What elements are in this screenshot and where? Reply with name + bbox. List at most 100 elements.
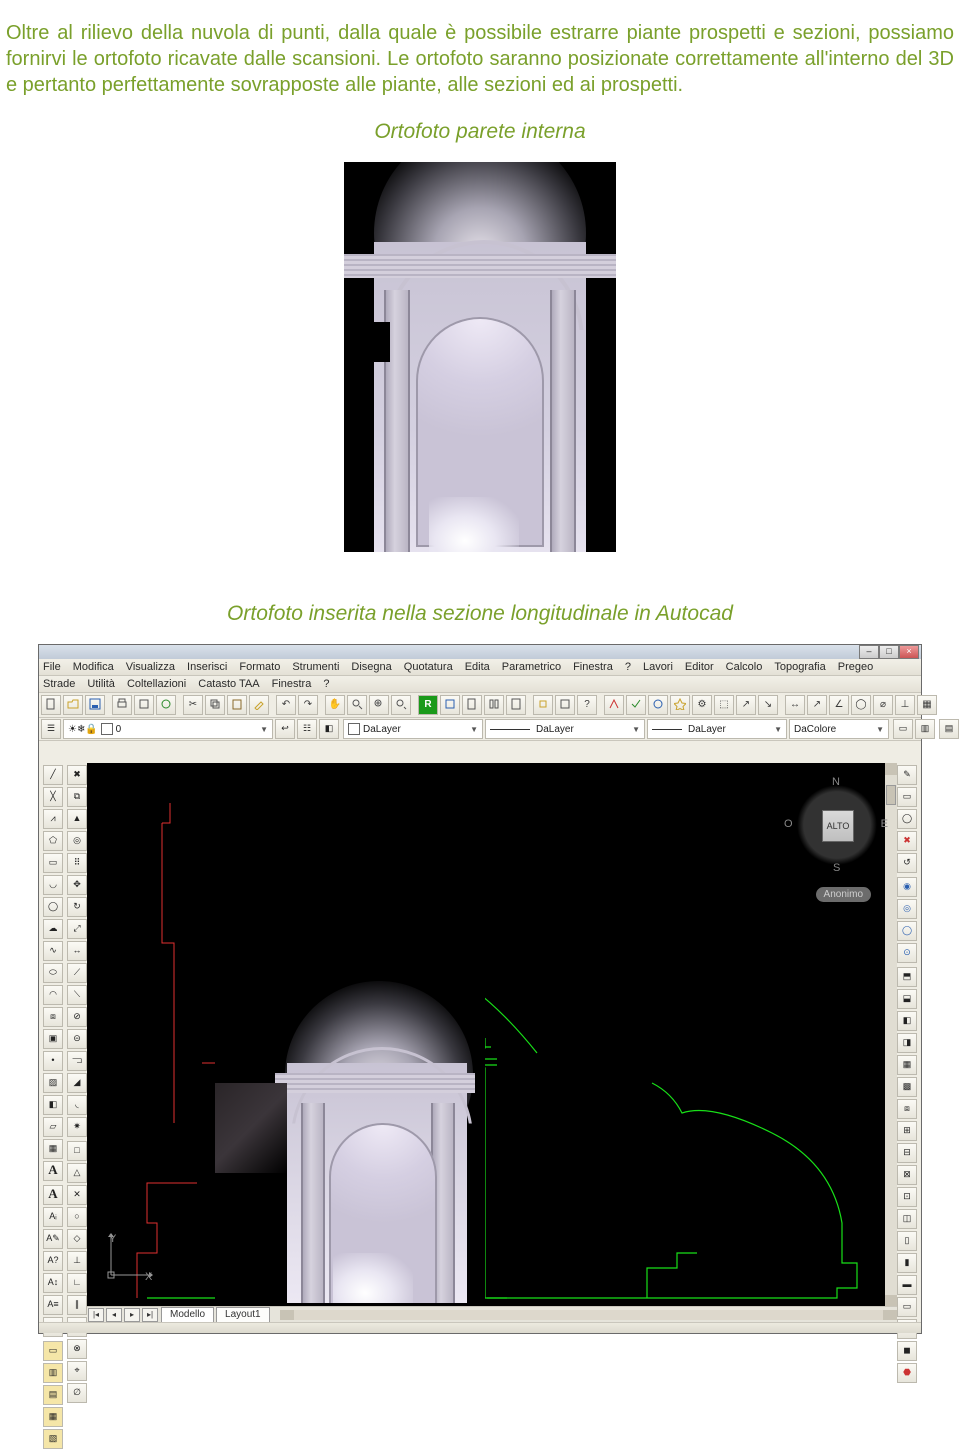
hatch-icon[interactable]: ▨ [43, 1073, 63, 1093]
r-tool-17-icon[interactable]: ⊞ [897, 1121, 917, 1141]
tool-red-icon[interactable] [604, 695, 624, 715]
ellipse-icon[interactable]: ⬭ [43, 963, 63, 983]
pan-icon[interactable]: ✋ [325, 695, 345, 715]
plotstyle-combo[interactable]: DaColore ▼ [789, 719, 889, 739]
menu-utilita[interactable]: Utilità [87, 678, 115, 690]
layout-grid-icon[interactable]: ▦ [917, 695, 937, 715]
r-tool-16-icon[interactable]: ⧈ [897, 1099, 917, 1119]
tab-next-icon[interactable]: ▸ [124, 1308, 140, 1322]
zoom-realtime-icon[interactable] [347, 695, 367, 715]
zoom-window-icon[interactable] [369, 695, 389, 715]
r-tool-5-icon[interactable]: ↺ [897, 853, 917, 873]
make-block-icon[interactable]: ▣ [43, 1029, 63, 1049]
r-tool-20-icon[interactable]: ⊡ [897, 1187, 917, 1207]
rotate-icon[interactable]: ↻ [67, 897, 87, 917]
mirror-icon[interactable]: ▲ [67, 809, 87, 829]
tab-prev-icon[interactable]: ◂ [106, 1308, 122, 1322]
xref-icon[interactable] [555, 695, 575, 715]
r-tool-2-icon[interactable]: ▭ [897, 787, 917, 807]
copy-icon[interactable] [205, 695, 225, 715]
tab-first-icon[interactable]: |◂ [88, 1308, 104, 1322]
tool-blue-icon[interactable] [648, 695, 668, 715]
r-tool-10-icon[interactable]: ⬒ [897, 967, 917, 987]
sheet-set-icon[interactable] [462, 695, 482, 715]
tool-misc-4-icon[interactable]: ↘ [758, 695, 778, 715]
line-icon[interactable]: ╱ [43, 765, 63, 785]
menu-strade[interactable]: Strade [43, 678, 75, 690]
r-tool-3-icon[interactable]: ◯ [897, 809, 917, 829]
menu-catasto-taa[interactable]: Catasto TAA [198, 678, 259, 690]
insert-block-icon[interactable]: ⧈ [43, 1007, 63, 1027]
dim-radius-icon[interactable]: ◯ [851, 695, 871, 715]
tool-misc-1-icon[interactable]: ⚙ [692, 695, 712, 715]
scale-icon[interactable]: ⤢ [67, 919, 87, 939]
save-icon[interactable] [85, 695, 105, 715]
menu-quotatura[interactable]: Quotatura [404, 661, 453, 673]
dim-aligned-icon[interactable]: ↗ [807, 695, 827, 715]
osnap-near-icon[interactable]: ⌖ [67, 1361, 87, 1381]
block-icon[interactable] [533, 695, 553, 715]
layer-combo[interactable]: ☀❄🔒 0 ▼ [63, 719, 273, 739]
open-file-icon[interactable] [63, 695, 83, 715]
menu-coltellazioni[interactable]: Coltellazioni [127, 678, 186, 690]
publish-icon[interactable] [156, 695, 176, 715]
menu-visualizza[interactable]: Visualizza [126, 661, 175, 673]
menu-disegna[interactable]: Disegna [351, 661, 391, 673]
dim-diameter-icon[interactable]: ⌀ [873, 695, 893, 715]
layer-tool-3-icon[interactable]: ▤ [43, 1385, 63, 1405]
menu-finestra[interactable]: Finestra [573, 661, 613, 673]
r-tool-9-icon[interactable]: ⊙ [897, 943, 917, 963]
layer-manager-icon[interactable]: ☰ [41, 719, 61, 739]
menu-help-2[interactable]: ? [323, 678, 329, 690]
menu-formato[interactable]: Formato [239, 661, 280, 673]
r-tool-8-icon[interactable]: ◯ [897, 921, 917, 941]
point-icon[interactable]: • [43, 1051, 63, 1071]
circle-icon[interactable]: ◯ [43, 897, 63, 917]
r-tool-1-icon[interactable]: ✎ [897, 765, 917, 785]
r-tool-14-icon[interactable]: ▦ [897, 1055, 917, 1075]
layer-states-icon[interactable]: ☷ [297, 719, 317, 739]
color-combo[interactable]: DaLayer ▼ [343, 719, 483, 739]
menu-pregeo[interactable]: Pregeo [838, 661, 873, 673]
layer-iso-icon[interactable]: ◧ [319, 719, 339, 739]
r-tool-25-icon[interactable]: ▭ [897, 1297, 917, 1317]
osnap-per-icon[interactable]: ∟ [67, 1273, 87, 1293]
text-a-scale-icon[interactable]: A↕ [43, 1273, 63, 1293]
tab-modello[interactable]: Modello [161, 1307, 214, 1323]
osnap-none-icon[interactable]: ∅ [67, 1383, 87, 1403]
new-file-icon[interactable] [41, 695, 61, 715]
dim-linear-icon[interactable]: ↔ [785, 695, 805, 715]
redo-icon[interactable]: ↷ [298, 695, 318, 715]
join-icon[interactable]: ⫎ [67, 1051, 87, 1071]
tool-misc-2-icon[interactable]: ⬚ [714, 695, 734, 715]
window-minimize-button[interactable]: – [859, 645, 879, 659]
osnap-end-icon[interactable]: □ [67, 1141, 87, 1161]
calc-icon[interactable] [506, 695, 526, 715]
window-close-button[interactable]: × [899, 645, 919, 659]
viewport-2-icon[interactable]: ▥ [915, 719, 935, 739]
tool-green-icon[interactable] [626, 695, 646, 715]
break-point-icon[interactable]: ⊘ [67, 1007, 87, 1027]
r-tool-7-icon[interactable]: ◎ [897, 899, 917, 919]
rectangle-icon[interactable]: ▭ [43, 853, 63, 873]
r-tool-28-icon[interactable]: ⬣ [897, 1363, 917, 1383]
drawing-viewport[interactable]: ALTO N S E O Anonimo [87, 763, 897, 1307]
r-tool-13-icon[interactable]: ◨ [897, 1033, 917, 1053]
osnap-qua-icon[interactable]: ◇ [67, 1229, 87, 1249]
viewport-1-icon[interactable]: ▭ [893, 719, 913, 739]
chamfer-icon[interactable]: ◢ [67, 1073, 87, 1093]
r-tool-23-icon[interactable]: ▮ [897, 1253, 917, 1273]
tool-yellow-icon[interactable] [670, 695, 690, 715]
break-icon[interactable]: ⊝ [67, 1029, 87, 1049]
layer-previous-icon[interactable]: ↩ [275, 719, 295, 739]
dim-angular-icon[interactable]: ∠ [829, 695, 849, 715]
linetype-combo[interactable]: DaLayer ▼ [485, 719, 645, 739]
trim-icon[interactable]: ⟋ [67, 963, 87, 983]
polyline-icon[interactable]: ⩘ [43, 809, 63, 829]
undo-icon[interactable]: ↶ [276, 695, 296, 715]
dim-ordinate-icon[interactable]: ⊥ [895, 695, 915, 715]
osnap-par-icon[interactable]: ∥ [67, 1295, 87, 1315]
zoom-previous-icon[interactable] [391, 695, 411, 715]
arc-icon[interactable]: ◡ [43, 875, 63, 895]
osnap-tan-icon[interactable]: ⊥ [67, 1251, 87, 1271]
